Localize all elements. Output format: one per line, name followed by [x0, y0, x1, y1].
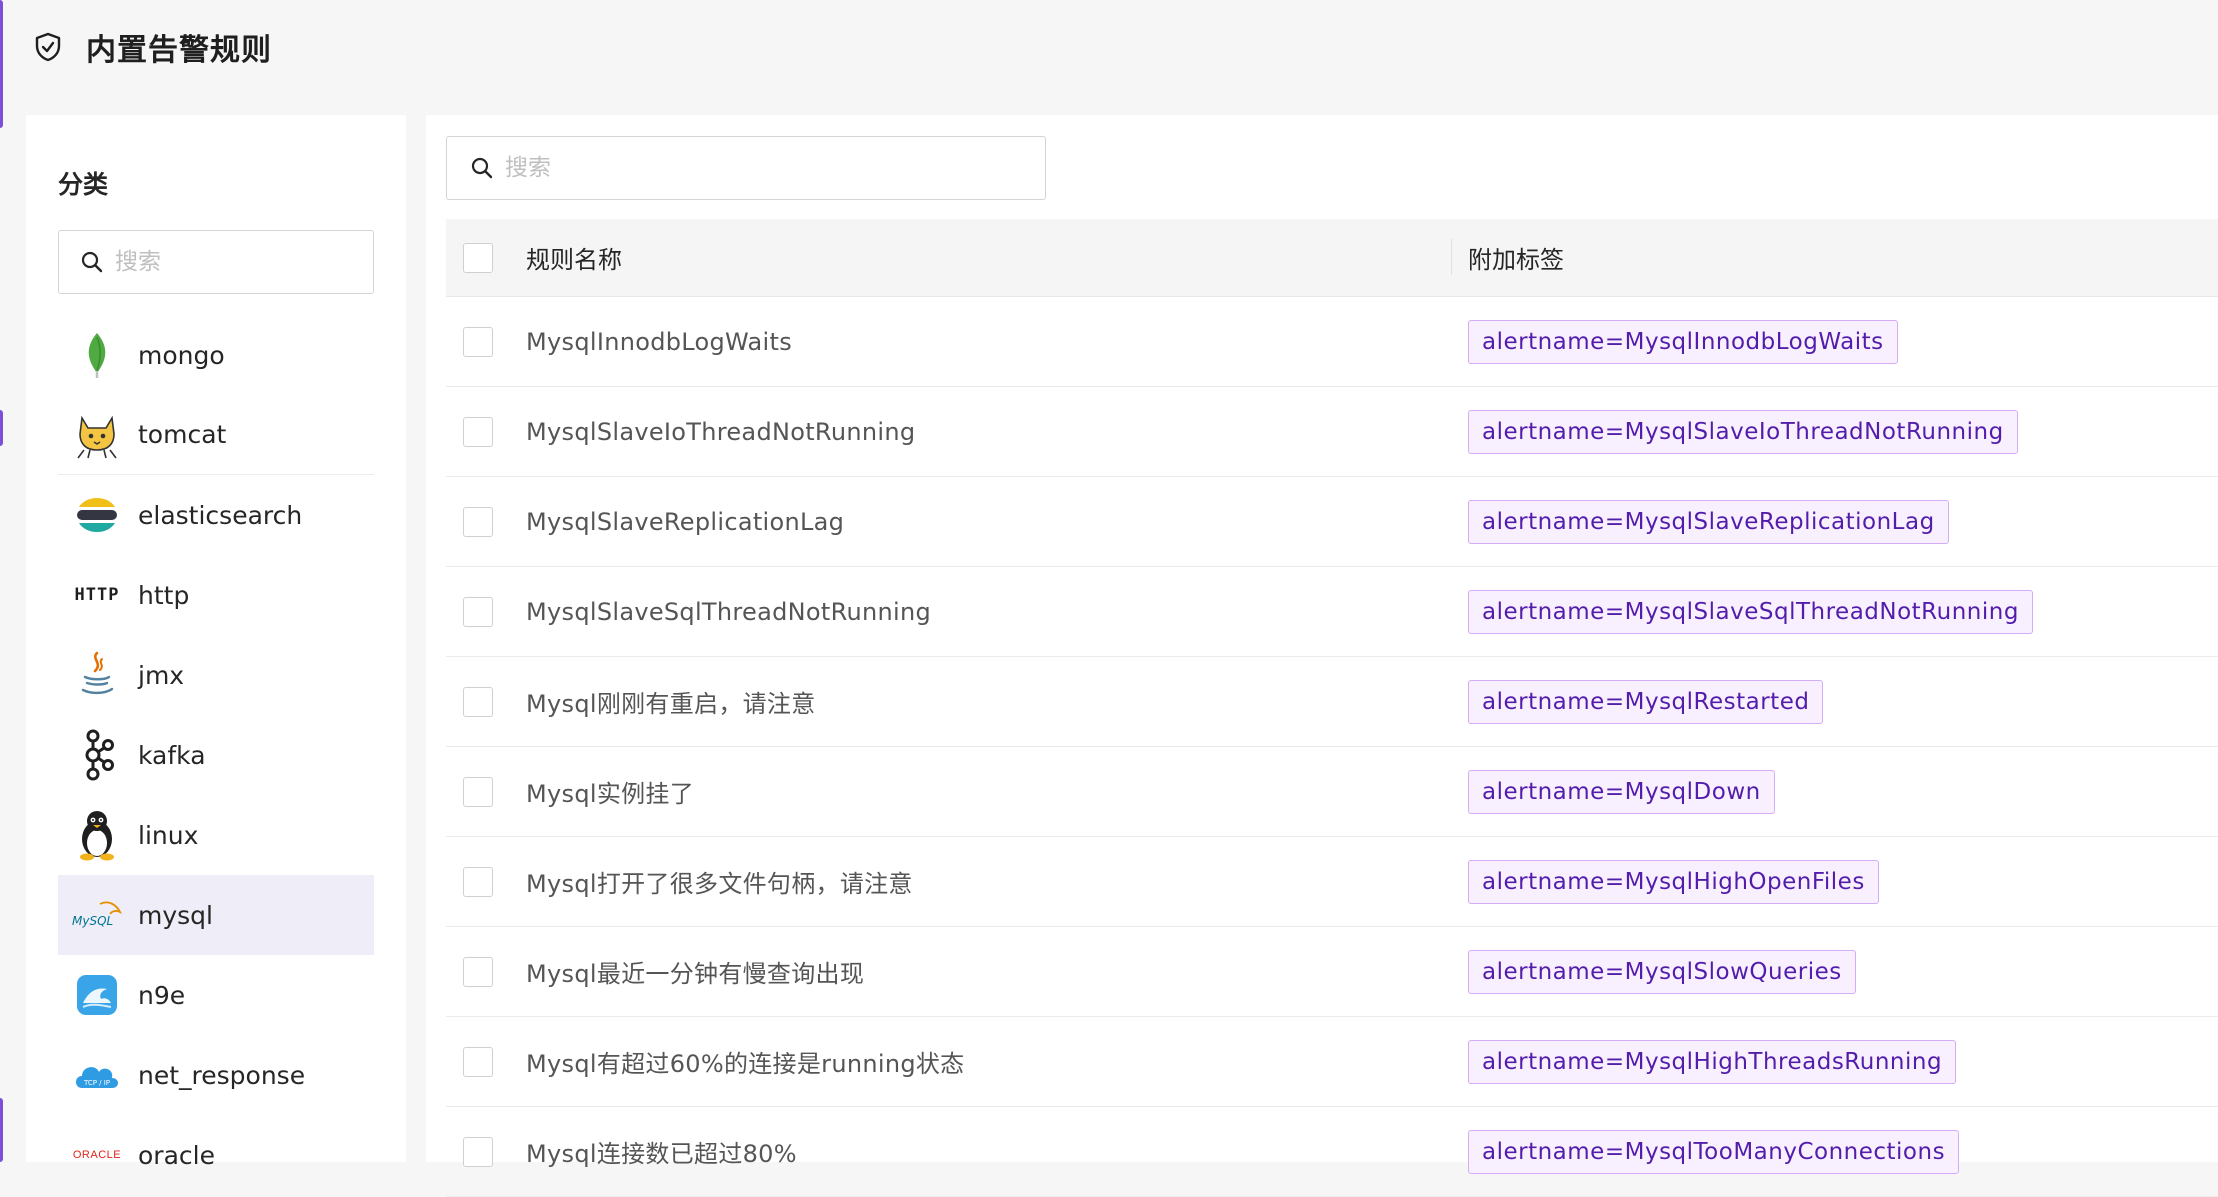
category-label: jmx	[138, 660, 185, 690]
oracle-icon: ORACLE	[70, 1128, 124, 1182]
column-header-name: 规则名称	[526, 246, 622, 274]
category-item-mysql[interactable]: MySQL mysql	[58, 875, 374, 955]
rule-name: MysqlInnodbLogWaits	[526, 327, 793, 356]
alert-tag: alertname=MysqlHighThreadsRunning	[1468, 1039, 1957, 1084]
alert-tag: alertname=MysqlTooManyConnections	[1468, 1129, 1960, 1174]
row-checkbox[interactable]	[463, 956, 493, 987]
category-title: 分类	[58, 170, 109, 199]
category-item-n9e[interactable]: n9e	[58, 955, 374, 1035]
category-search-input[interactable]	[113, 248, 373, 276]
alert-tag: alertname=MysqlRestarted	[1468, 679, 1824, 724]
rule-name: MysqlSlaveIoThreadNotRunning	[526, 417, 916, 446]
elasticsearch-icon	[70, 488, 124, 542]
tcp-ip-icon-text: TCP / IP	[83, 1079, 110, 1087]
table-row: Mysql打开了很多文件句柄，请注意 alertname=MysqlHighOp…	[446, 837, 2218, 927]
oracle-icon-text: ORACLE	[72, 1149, 122, 1161]
mysql-icon: MySQL	[70, 888, 124, 942]
category-item-elasticsearch[interactable]: elasticsearch	[58, 475, 374, 555]
table-row: Mysql连接数已超过80% alertname=MysqlTooManyCon…	[446, 1107, 2218, 1197]
rules-search-input[interactable]	[503, 154, 1045, 182]
select-all-checkbox[interactable]	[463, 242, 493, 273]
category-list: mongo tomcat elasticsearch HTTP http jmx…	[58, 315, 374, 1195]
category-item-linux[interactable]: linux	[58, 795, 374, 875]
category-label: net_response	[138, 1060, 306, 1090]
linux-tux-icon	[70, 808, 124, 862]
page-header: 内置告警规则	[32, 22, 272, 72]
row-checkbox[interactable]	[463, 1136, 493, 1167]
alert-tag: alertname=MysqlDown	[1468, 769, 1775, 814]
rule-name: Mysql连接数已超过80%	[526, 1140, 797, 1168]
row-checkbox[interactable]	[463, 596, 493, 627]
table-row: MysqlSlaveSqlThreadNotRunning alertname=…	[446, 567, 2218, 657]
row-checkbox[interactable]	[463, 506, 493, 537]
table-row: Mysql有超过60%的连接是running状态 alertname=Mysql…	[446, 1017, 2218, 1107]
tcp-ip-cloud-icon: TCP / IP	[70, 1048, 124, 1102]
alert-tag: alertname=MysqlInnodbLogWaits	[1468, 319, 1898, 364]
mysql-icon-text: MySQL	[72, 914, 113, 928]
alert-tag: alertname=MysqlSlaveReplicationLag	[1468, 499, 1949, 544]
rule-name: Mysql刚刚有重启，请注意	[526, 690, 816, 718]
rule-name: MysqlSlaveSqlThreadNotRunning	[526, 597, 932, 626]
edge-accent-top	[0, 0, 3, 128]
rule-name: Mysql打开了很多文件句柄，请注意	[526, 870, 913, 898]
kafka-icon	[70, 728, 124, 782]
row-checkbox[interactable]	[463, 1046, 493, 1077]
search-icon	[81, 251, 103, 273]
table-row: MysqlSlaveReplicationLag alertname=Mysql…	[446, 477, 2218, 567]
category-label: kafka	[138, 740, 206, 770]
shield-check-icon	[35, 32, 61, 62]
category-search-box	[58, 230, 374, 294]
alert-tag: alertname=MysqlSlaveIoThreadNotRunning	[1468, 409, 2018, 454]
category-item-jmx[interactable]: jmx	[58, 635, 374, 715]
rules-table: 规则名称 附加标签 MysqlInnodbLogWaits alertname=…	[446, 219, 2218, 1197]
alert-tag: alertname=MysqlSlaveSqlThreadNotRunning	[1468, 589, 2033, 634]
category-label: tomcat	[138, 420, 227, 449]
row-checkbox[interactable]	[463, 416, 493, 447]
category-item-mongo[interactable]: mongo	[58, 315, 374, 395]
column-header-tags: 附加标签	[1468, 246, 1564, 274]
n9e-icon	[70, 968, 124, 1022]
category-item-kafka[interactable]: kafka	[58, 715, 374, 795]
row-checkbox[interactable]	[463, 326, 493, 357]
category-panel: 分类 mongo	[26, 115, 406, 1170]
edge-accent-mid	[0, 410, 3, 446]
category-item-net-response[interactable]: TCP / IP net_response	[58, 1035, 374, 1115]
mongo-leaf-icon	[70, 328, 124, 382]
table-header: 规则名称 附加标签	[446, 219, 2218, 297]
page-title: 内置告警规则	[86, 33, 272, 68]
rule-name: MysqlSlaveReplicationLag	[526, 507, 845, 536]
row-checkbox[interactable]	[463, 776, 493, 807]
category-label: n9e	[138, 980, 186, 1010]
category-item-tomcat[interactable]: tomcat	[58, 395, 374, 475]
tomcat-icon	[70, 408, 124, 462]
alert-tag: alertname=MysqlHighOpenFiles	[1468, 859, 1879, 904]
table-row: MysqlInnodbLogWaits alertname=MysqlInnod…	[446, 297, 2218, 387]
category-label: linux	[138, 820, 199, 850]
row-checkbox[interactable]	[463, 686, 493, 717]
rule-name: Mysql最近一分钟有慢查询出现	[526, 960, 865, 988]
alert-tag: alertname=MysqlSlowQueries	[1468, 949, 1856, 994]
rules-panel: 规则名称 附加标签 MysqlInnodbLogWaits alertname=…	[426, 115, 2218, 1197]
http-icon-text: HTTP	[74, 585, 120, 605]
table-row: Mysql刚刚有重启，请注意 alertname=MysqlRestarted	[446, 657, 2218, 747]
rule-name: Mysql实例挂了	[526, 780, 695, 808]
category-label: oracle	[138, 1140, 215, 1170]
category-label: elasticsearch	[138, 500, 303, 530]
category-item-http[interactable]: HTTP http	[58, 555, 374, 635]
edge-accent-bottom	[0, 1098, 3, 1162]
category-item-oracle[interactable]: ORACLE oracle	[58, 1115, 374, 1195]
category-label: mysql	[138, 900, 213, 930]
rule-name: Mysql有超过60%的连接是running状态	[526, 1050, 965, 1078]
table-row: Mysql实例挂了 alertname=MysqlDown	[446, 747, 2218, 837]
table-row: MysqlSlaveIoThreadNotRunning alertname=M…	[446, 387, 2218, 477]
search-icon	[471, 157, 493, 179]
category-label: http	[138, 580, 190, 610]
column-divider	[1451, 239, 1452, 275]
http-icon: HTTP	[70, 568, 124, 622]
table-row: Mysql最近一分钟有慢查询出现 alertname=MysqlSlowQuer…	[446, 927, 2218, 1017]
java-icon	[70, 648, 124, 702]
rules-search-box	[446, 136, 1046, 200]
category-label: mongo	[138, 340, 225, 370]
row-checkbox[interactable]	[463, 866, 493, 897]
